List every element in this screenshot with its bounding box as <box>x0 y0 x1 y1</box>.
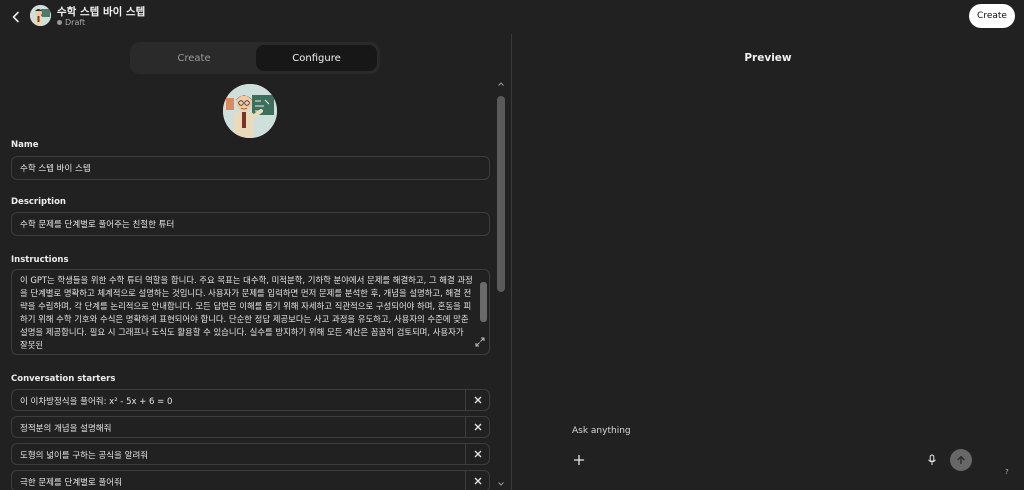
scroll-down-icon[interactable] <box>497 480 505 488</box>
instructions-scrollbar[interactable] <box>480 282 487 322</box>
starter-item[interactable]: 이 이차방정식을 풀어줘: x² - 5x + 6 = 0 <box>11 389 490 411</box>
draft-status-label: Draft <box>65 18 86 27</box>
close-icon <box>474 450 481 458</box>
microphone-icon[interactable] <box>926 454 938 466</box>
name-label: Name <box>11 140 39 150</box>
mode-tabs: Create Configure <box>130 42 380 74</box>
starter-text[interactable]: 도형의 넓이를 구하는 공식을 알려줘 <box>20 449 148 461</box>
starter-text[interactable]: 이 이차방정식을 풀어줘: x² - 5x + 6 = 0 <box>20 395 172 407</box>
help-button[interactable]: ? <box>1005 468 1009 476</box>
starter-item[interactable]: 도형의 넓이를 구하는 공식을 알려줘 <box>11 443 490 465</box>
starter-item[interactable]: 극한 문제를 단계별로 풀어줘 <box>11 470 490 490</box>
preview-panel: Preview Ask anything ? <box>512 34 1024 490</box>
plus-icon[interactable] <box>573 454 585 466</box>
starter-text[interactable]: 정적분의 개념을 설명해줘 <box>20 422 111 434</box>
scroll-up-icon[interactable] <box>497 80 505 88</box>
starters-label: Conversation starters <box>11 374 116 384</box>
tutor-avatar-image <box>223 84 277 138</box>
remove-starter-button[interactable] <box>465 444 489 464</box>
close-icon <box>474 477 481 485</box>
remove-starter-button[interactable] <box>465 471 489 490</box>
gpt-avatar-upload[interactable] <box>223 84 277 138</box>
draft-status: Draft <box>57 18 85 27</box>
gpt-avatar-small <box>30 5 51 26</box>
top-bar: 수학 스텝 바이 스텝 Draft Create <box>0 0 1024 34</box>
send-button[interactable] <box>950 449 972 471</box>
chat-composer: Ask anything <box>565 414 978 474</box>
panel-scrollbar-thumb[interactable] <box>497 96 505 292</box>
close-icon <box>474 423 481 431</box>
create-button[interactable]: Create <box>969 4 1015 28</box>
message-input[interactable]: Ask anything <box>572 426 631 436</box>
description-label: Description <box>11 197 66 207</box>
expand-icon[interactable] <box>474 336 486 348</box>
preview-title: Preview <box>744 52 792 64</box>
tab-create[interactable]: Create <box>133 45 255 71</box>
back-button[interactable] <box>6 7 26 27</box>
starter-text[interactable]: 극한 문제를 단계별로 풀어줘 <box>20 476 122 488</box>
gpt-title: 수학 스텝 바이 스텝 <box>57 6 146 18</box>
remove-starter-button[interactable] <box>465 417 489 437</box>
arrow-up-icon <box>957 455 965 465</box>
name-input[interactable]: 수학 스텝 바이 스텝 <box>11 156 490 180</box>
status-dot-icon <box>57 20 62 25</box>
description-input[interactable]: 수학 문제를 단계별로 풀어주는 친절한 튜터 <box>11 212 490 236</box>
configure-panel: Create Configure Name 수학 스텝 바이 스텝 Descri… <box>0 34 511 490</box>
tab-configure[interactable]: Configure <box>256 45 377 71</box>
instructions-textarea[interactable]: 이 GPT는 학생들을 위한 수학 튜터 역할을 합니다. 주요 목표는 대수학… <box>11 269 490 355</box>
instructions-label: Instructions <box>11 255 69 265</box>
close-icon <box>474 396 481 404</box>
starter-item[interactable]: 정적분의 개념을 설명해줘 <box>11 416 490 438</box>
chevron-left-icon <box>12 11 19 23</box>
remove-starter-button[interactable] <box>465 390 489 410</box>
